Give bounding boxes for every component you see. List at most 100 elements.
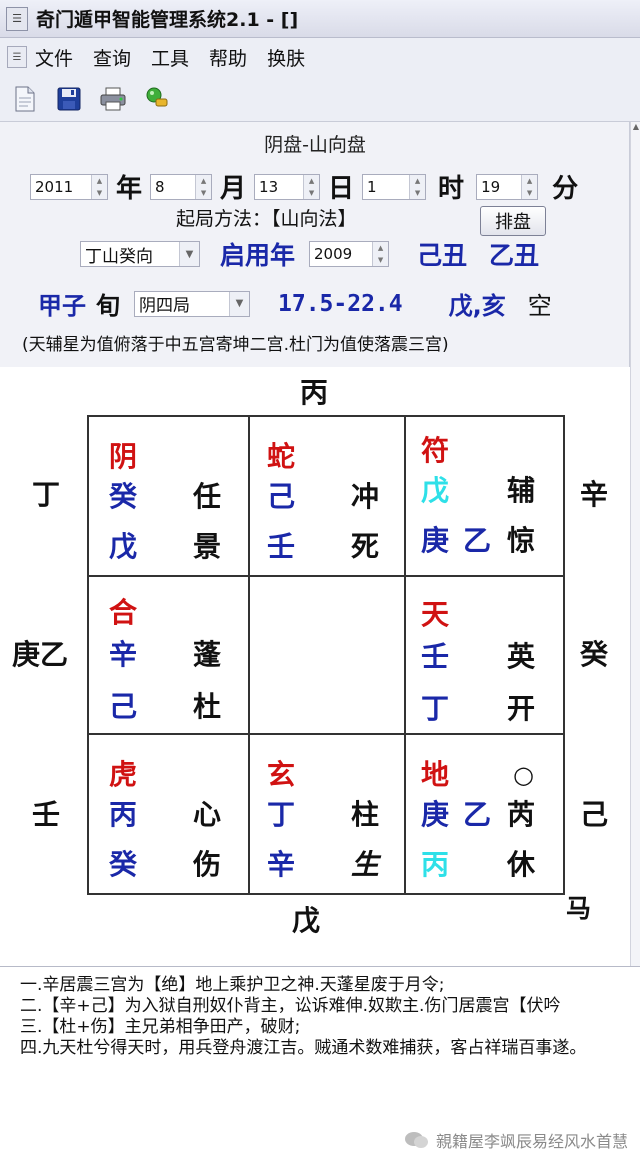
use-year-spinner[interactable]: 2009 ▲ ▼ [309,241,390,267]
menu-query[interactable]: 查询 [93,44,131,71]
watermark: 親籍屋李飒辰易经风水首慧 [404,1128,628,1152]
palace-sw-door: 伤 [193,848,222,881]
control-panel: 阴盘-山向盘 2011 ▲ ▼ 年 8 ▲ ▼ 月 13 ▲ ▼ 日 1 ▲ ▼ 时 1… [0,122,630,367]
month-value: 8 [155,177,165,196]
palace-nw-tian: 癸 [109,480,138,513]
left-side-middle: 庚乙 [12,638,69,671]
palace-ne-star: 辅 [507,474,536,507]
minute-value: 19 [481,177,501,196]
ma-marker: 马 [566,894,592,923]
hour-label: 时 [438,174,465,204]
direction-bottom: 戊 [292,904,321,937]
palace-se-star: 芮 [507,798,536,831]
palace-n-tian: 己 [267,480,296,513]
palace-n-god: 蛇 [267,440,296,473]
palace-n-di: 壬 [267,530,296,563]
hour-spin-arrows[interactable]: ▲ ▼ [409,174,426,199]
xun-value: 甲子 [38,292,86,320]
palace-n-door: 死 [351,530,380,563]
date-row: 2011 ▲ ▼ 年 8 ▲ ▼ 月 13 ▲ ▼ 日 1 ▲ ▼ 时 19 ▲ ▼ 分 [30,168,586,205]
minute-spinner[interactable]: 19 ▲ ▼ [476,173,539,200]
chevron-down-icon[interactable]: ▼ [179,242,199,266]
palace-nw-star: 任 [193,480,222,513]
palace-se-tian2: 乙 [463,798,492,831]
xun-row: 甲子 旬 阴四局 ▼ 17.5-22.4 戊,亥 空 [38,286,552,321]
grid-line [89,575,563,577]
palace-nw-god: 阴 [109,440,138,473]
method-label: 起局方法：【山向法】 [176,208,357,230]
palace-nw-door: 景 [193,530,222,563]
palace-s-star: 柱 [351,798,380,831]
palace-e-star: 英 [507,640,536,673]
month-spin-arrows[interactable]: ▲ ▼ [195,174,212,199]
day-label: 日 [328,174,355,204]
print-icon[interactable] [98,84,128,114]
day-spinner[interactable]: 13 ▲ ▼ [254,173,321,200]
scroll-up-icon[interactable]: ▲ [631,122,640,136]
hour-value: 1 [367,177,377,196]
palace-s-door: 生 [351,848,380,881]
tool-icon[interactable] [142,84,172,114]
palace-se-tian: 庚 [421,798,450,831]
watermark-text: 親籍屋李飒辰易经风水首慧 [435,1132,628,1151]
direction-select[interactable]: 丁山癸向 ▼ [80,241,200,267]
wechat-icon [404,1132,428,1148]
year-spin-arrows[interactable]: ▲ ▼ [91,174,107,199]
menu-bar: ☰ 文件 查询 工具 帮助 换肤 [0,38,640,76]
year-spinner[interactable]: 2011 ▲ ▼ [30,173,108,200]
palace-e-door: 开 [507,692,536,725]
palace-w-di: 己 [109,690,138,723]
palace-s-di: 辛 [267,848,296,881]
minute-label: 分 [552,174,579,204]
minute-spin-arrows[interactable]: ▲ ▼ [521,174,538,199]
qimen-board: 丙 戊 马 丁 庚乙 壬 辛 癸 己 阴 癸 任 戊 景 蛇 己 冲 壬 死 符… [0,367,630,967]
range-value: 17.5-22.4 [278,290,403,317]
system-menu-icon[interactable]: ☰ [6,6,28,31]
hour-spinner[interactable]: 1 ▲ ▼ [362,173,427,200]
grid-line [89,733,563,735]
palace-sw-di: 癸 [109,848,138,881]
year-value: 2011 [35,177,74,196]
kong-label: 空 [527,292,552,320]
palace-s-tian: 丁 [267,798,296,831]
document-menu-icon[interactable]: ☰ [7,46,27,68]
palace-se-door: 休 [507,848,536,881]
use-year-spin-arrows[interactable]: ▲ ▼ [372,242,389,266]
menu-file[interactable]: 文件 [35,44,73,71]
palace-s-god: 玄 [267,758,296,791]
right-side-top: 辛 [580,478,609,511]
right-side-middle: 癸 [580,638,609,671]
palace-ne-god: 符 [421,434,450,467]
direction-top: 丙 [300,376,329,409]
xun-label: 旬 [96,292,120,320]
month-spinner[interactable]: 8 ▲ ▼ [150,173,213,200]
menu-tools[interactable]: 工具 [151,44,189,71]
pan-button[interactable]: 排盘 [480,206,546,236]
new-file-icon[interactable] [10,84,40,114]
menu-help[interactable]: 帮助 [209,44,247,71]
year-label: 年 [116,174,143,204]
summary-text: (天辅星为值俯落于中五宫寄坤二宫.杜门为值使落震三宫) [22,335,449,355]
grid-line [404,417,406,893]
palace-e-god: 天 [421,598,450,631]
title-bar: ☰ 奇门遁甲智能管理系统2.1 - [] [0,0,640,38]
note-line: 四.九天杜兮得天时，用兵登舟渡江吉。贼通术数难捕获，客占祥瑞百事遂。 [20,1038,587,1058]
left-side-top: 丁 [32,478,61,511]
palace-ne-door: 惊 [507,524,536,557]
use-year-value: 2009 [314,245,353,263]
palace-grid: 阴 癸 任 戊 景 蛇 己 冲 壬 死 符 戊 辅 庚 乙 惊 合 辛 蓬 己 … [87,415,565,895]
month-label: 月 [220,174,247,204]
day-spin-arrows[interactable]: ▲ ▼ [303,174,320,199]
vertical-scrollbar[interactable]: ▲ [630,122,640,966]
menu-skin[interactable]: 换肤 [267,44,305,71]
save-icon[interactable] [54,84,84,114]
palace-sw-star: 心 [193,798,222,831]
ganzhi-year: 己丑 [417,241,468,270]
toolbar [0,76,640,122]
ganzhi-month: 乙丑 [489,241,540,270]
ju-select[interactable]: 阴四局 ▼ [134,290,250,317]
window-title: 奇门遁甲智能管理系统2.1 - [] [36,9,299,31]
chevron-down-icon[interactable]: ▼ [229,291,249,316]
day-value: 13 [259,177,279,196]
note-line: 二.【辛+己】为入狱自刑奴仆背主，讼诉难伸.奴欺主.伤门居震宫【伏吟 [20,996,561,1016]
